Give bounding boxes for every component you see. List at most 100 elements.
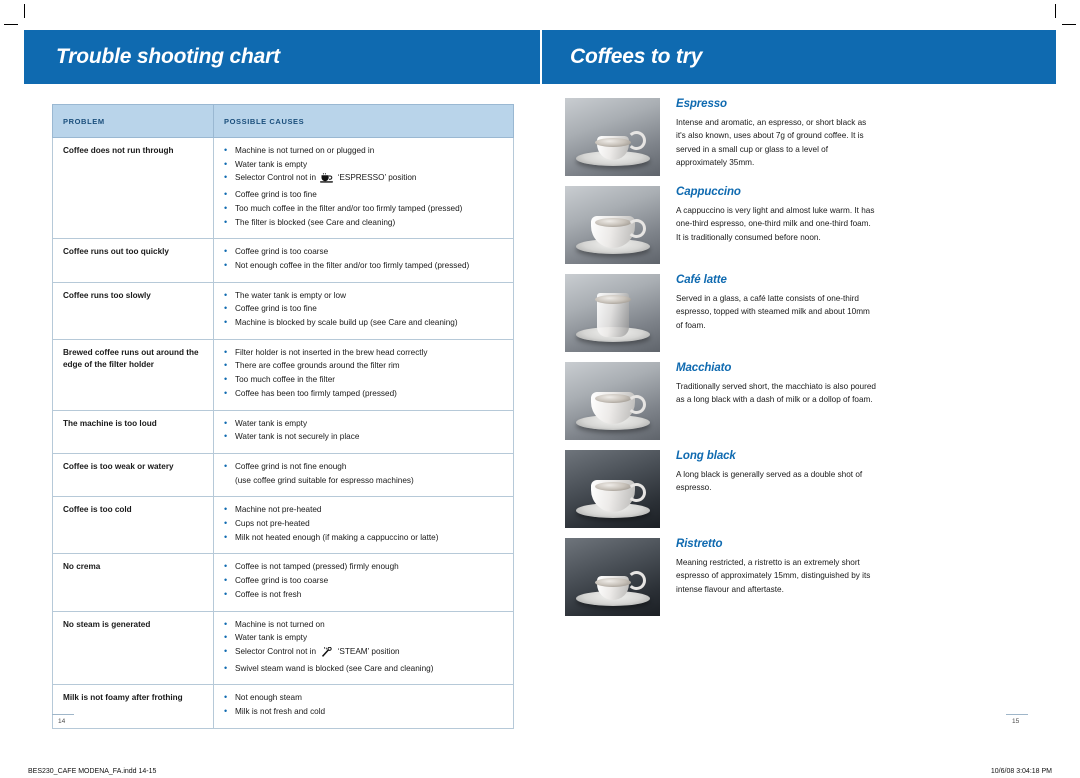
page-number-left: 14: [58, 718, 66, 725]
cell-causes: Coffee grind is too coarse Not enough co…: [213, 238, 514, 283]
list-item: There are coffee grounds around the filt…: [224, 359, 505, 373]
cell-problem: No crema: [52, 553, 214, 612]
coffee-description: Intense and aromatic, an espresso, or sh…: [676, 118, 867, 167]
table-row: Coffee does not run through Machine is n…: [52, 136, 514, 240]
coffee-description: Meaning restricted, a ristretto is an ex…: [676, 558, 871, 594]
table-row: Coffee runs too slowly The water tank is…: [52, 281, 514, 340]
coffee-title: Cappuccino: [676, 186, 741, 198]
list-item: Machine not pre-heated: [224, 503, 505, 517]
table-row: No steam is generated Machine is not tur…: [52, 610, 514, 686]
coffees-list: Espresso Intense and aromatic, an espres…: [565, 98, 1035, 626]
list-item: Machine is not turned on: [224, 618, 505, 632]
header-right-panel: Coffees to try: [540, 30, 1056, 84]
coffee-item-cafe-latte: Café latte Served in a glass, a café lat…: [565, 274, 1035, 352]
crop-mark-top-right-h: [1062, 24, 1076, 25]
cell-causes: The water tank is empty or low Coffee gr…: [213, 281, 514, 340]
macchiato-text: Macchiato Traditionally served short, th…: [676, 362, 1035, 440]
cell-problem: Brewed coffee runs out around the edge o…: [52, 338, 214, 411]
coffee-title: Long black: [676, 450, 736, 462]
cafe-latte-photo: [565, 274, 660, 352]
page-title-left: Trouble shooting chart: [56, 45, 280, 68]
cell-problem: Coffee runs out too quickly: [52, 238, 214, 283]
cappuccino-photo: [565, 186, 660, 264]
coffee-item-macchiato: Macchiato Traditionally served short, th…: [565, 362, 1035, 440]
coffee-item-ristretto: Ristretto Meaning restricted, a ristrett…: [565, 538, 1035, 616]
footer-timestamp: 10/6/08 3:04:18 PM: [990, 768, 1052, 775]
list-item: Cups not pre-heated: [224, 517, 505, 531]
table-row: The machine is too loud Water tank is em…: [52, 409, 514, 454]
list-item: (use coffee grind suitable for espresso …: [235, 475, 414, 485]
list-item: Coffee grind is too fine: [224, 188, 505, 202]
troubleshooting-table: PROBLEM POSSIBLE CAUSES Coffee does not …: [52, 104, 514, 729]
espresso-cup-icon: [320, 173, 334, 188]
list-item: The filter is blocked (see Care and clea…: [224, 216, 505, 230]
list-item: Water tank is not securely in place: [224, 430, 505, 444]
header-left-panel: Trouble shooting chart: [24, 30, 540, 84]
cell-problem: Coffee runs too slowly: [52, 281, 214, 340]
troubleshooting-table-wrapper: PROBLEM POSSIBLE CAUSES Coffee does not …: [52, 104, 514, 729]
cell-causes: Machine is not turned on Water tank is e…: [213, 610, 514, 686]
cell-causes: Coffee grind is not fine enough (use cof…: [213, 452, 514, 498]
page-number-rule-right: [1006, 714, 1028, 715]
list-item: Coffee is not tamped (pressed) firmly en…: [224, 560, 505, 574]
cell-problem: Coffee is too cold: [52, 496, 214, 555]
espresso-text: Espresso Intense and aromatic, an espres…: [676, 98, 1035, 176]
crop-mark-top-right-v: [1055, 4, 1056, 18]
espresso-photo: [565, 98, 660, 176]
table-row: Brewed coffee runs out around the edge o…: [52, 338, 514, 411]
coffee-item-cappuccino: Cappuccino A cappuccino is very light an…: [565, 186, 1035, 264]
list-item: Machine is not turned on or plugged in: [224, 144, 505, 158]
list-item: The water tank is empty or low: [224, 289, 505, 303]
table-row: No crema Coffee is not tamped (pressed) …: [52, 553, 514, 612]
list-item: Milk not heated enough (if making a capp…: [224, 531, 505, 545]
list-item: Too much coffee in the filter and/or too…: [224, 202, 505, 216]
cell-problem: No steam is generated: [52, 610, 214, 686]
column-header-problem: PROBLEM: [52, 104, 214, 138]
table-row: Coffee runs out too quickly Coffee grind…: [52, 238, 514, 283]
page-number-right: 15: [1012, 718, 1020, 725]
cell-problem: Coffee is too weak or watery: [52, 452, 214, 498]
ristretto-text: Ristretto Meaning restricted, a ristrett…: [676, 538, 1035, 616]
list-item: Coffee has been too firmly tamped (press…: [224, 387, 505, 401]
cell-causes: Machine is not turned on or plugged in W…: [213, 136, 514, 240]
cell-causes: Filter holder is not inserted in the bre…: [213, 338, 514, 411]
list-item: Coffee grind is too fine: [224, 302, 505, 316]
list-item: Coffee grind is too coarse: [224, 245, 505, 259]
table-row: Coffee is too weak or watery Coffee grin…: [52, 452, 514, 498]
cappuccino-text: Cappuccino A cappuccino is very light an…: [676, 186, 1035, 264]
list-item: Filter holder is not inserted in the bre…: [224, 346, 505, 360]
list-item: Selector Control not in ‘ESPRESSO’ posit…: [224, 171, 505, 188]
list-item: Machine is blocked by scale build up (se…: [224, 316, 505, 330]
list-item: Swivel steam wand is blocked (see Care a…: [224, 662, 505, 676]
page-body: PROBLEM POSSIBLE CAUSES Coffee does not …: [0, 84, 1080, 729]
list-item: Coffee grind is too coarse: [224, 574, 505, 588]
cell-problem: Coffee does not run through: [52, 136, 214, 240]
cell-causes: Coffee is not tamped (pressed) firmly en…: [213, 553, 514, 612]
ristretto-photo: [565, 538, 660, 616]
long-black-photo: [565, 450, 660, 528]
table-header-row: PROBLEM POSSIBLE CAUSES: [52, 104, 514, 138]
list-item: Not enough steam: [224, 691, 505, 705]
page-title-right: Coffees to try: [570, 45, 703, 68]
glass-illustration: [594, 293, 631, 337]
table-row: Coffee is too cold Machine not pre-heate…: [52, 496, 514, 555]
coffee-description: A cappuccino is very light and almost lu…: [676, 206, 875, 242]
coffee-title: Macchiato: [676, 362, 732, 374]
long-black-text: Long black A long black is generally ser…: [676, 450, 1035, 528]
cell-causes: Not enough steam Milk is not fresh and c…: [213, 684, 514, 729]
coffee-description: Served in a glass, a café latte consists…: [676, 294, 870, 330]
list-item: Water tank is empty: [224, 417, 505, 431]
table-row: Milk is not foamy after frothing Not eno…: [52, 684, 514, 729]
cell-causes: Water tank is empty Water tank is not se…: [213, 409, 514, 454]
coffee-title: Ristretto: [676, 538, 723, 550]
crop-mark-top-left-v: [24, 4, 25, 18]
list-item: Too much coffee in the filter: [224, 373, 505, 387]
crop-mark-top-left-h: [4, 24, 18, 25]
page-number-rule-left: [52, 714, 74, 715]
cell-problem: The machine is too loud: [52, 409, 214, 454]
footer-filename: BES230_CAFE MODENA_FA.indd 14-15: [28, 768, 157, 775]
coffee-description: Traditionally served short, the macchiat…: [676, 382, 876, 405]
coffee-description: A long black is generally served as a do…: [676, 470, 863, 493]
steam-icon: [320, 646, 333, 662]
coffee-title: Espresso: [676, 98, 727, 110]
